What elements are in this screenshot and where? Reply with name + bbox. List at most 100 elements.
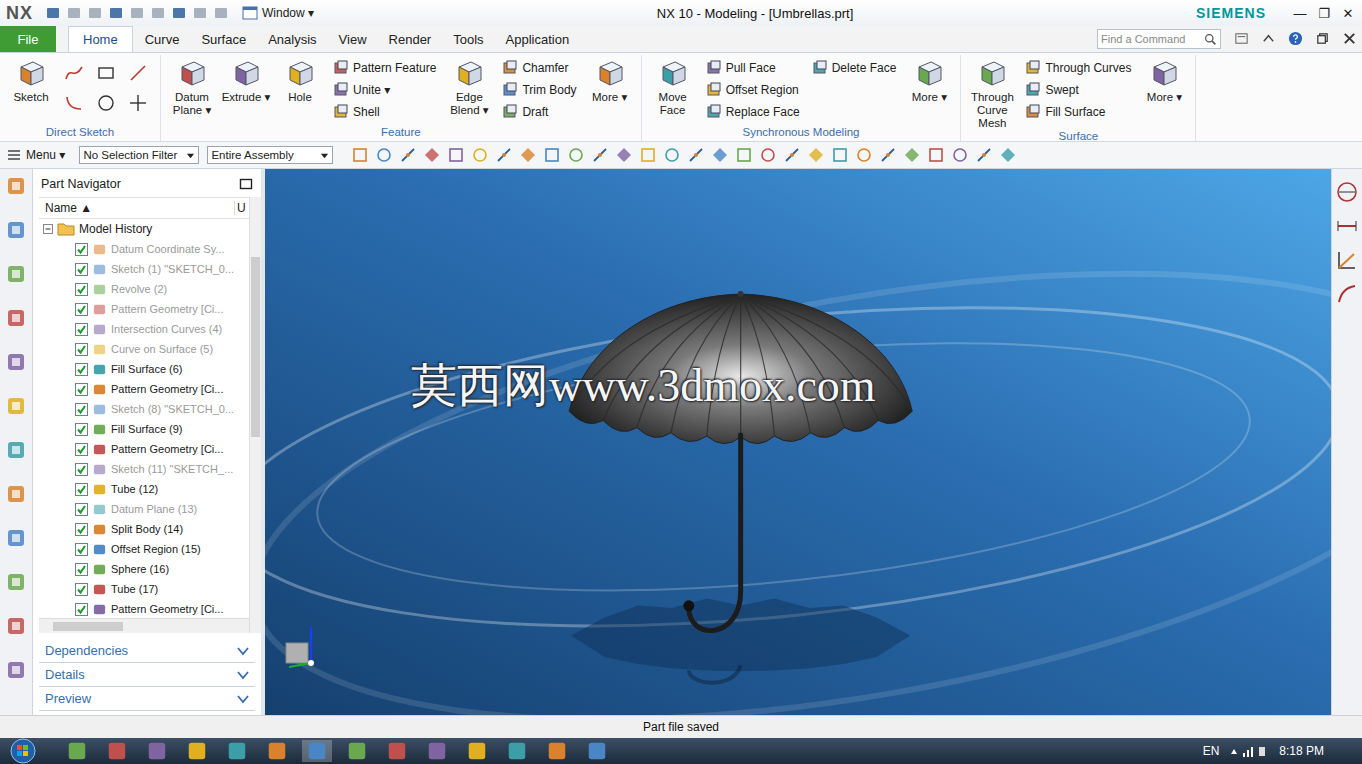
- tree-item[interactable]: Pattern Geometry [Ci...: [39, 299, 249, 319]
- taskbar-app-icon[interactable]: [142, 740, 172, 762]
- ribbon-small-button[interactable]: Pattern Feature: [333, 58, 436, 77]
- tree-item[interactable]: Pattern Geometry [Ci...: [39, 599, 249, 618]
- checkbox[interactable]: [75, 403, 88, 416]
- resource-bar-icon[interactable]: [5, 263, 27, 285]
- taskbar-app-icon[interactable]: [262, 740, 292, 762]
- tree-item[interactable]: Sketch (11) "SKETCH_...: [39, 459, 249, 479]
- resource-bar-icon[interactable]: [5, 175, 27, 197]
- toolbar-icon[interactable]: [951, 146, 969, 164]
- tree-item[interactable]: Pattern Geometry [Ci...: [39, 439, 249, 459]
- graphics-window[interactable]: 莫西网www.3dmox.com: [265, 169, 1331, 715]
- tree-item[interactable]: Split Body (14): [39, 519, 249, 539]
- checkbox[interactable]: [75, 523, 88, 536]
- toolbar-icon[interactable]: [423, 146, 441, 164]
- menu-button[interactable]: Menu ▾: [6, 147, 65, 163]
- sketch-curve-icon[interactable]: [128, 93, 148, 113]
- sketch-curve-icon[interactable]: [64, 63, 84, 83]
- window-control-button[interactable]: —: [1290, 6, 1310, 21]
- collapse-ribbon-icon[interactable]: [1261, 31, 1276, 46]
- tree-item[interactable]: Tube (12): [39, 479, 249, 499]
- resource-bar-icon[interactable]: [5, 571, 27, 593]
- taskbar-app-icon[interactable]: [382, 740, 412, 762]
- name-column[interactable]: Name ▲: [39, 201, 234, 215]
- ribbon-small-button[interactable]: Shell: [333, 102, 436, 121]
- checkbox[interactable]: [75, 563, 88, 576]
- tree-item[interactable]: Offset Region (15): [39, 539, 249, 559]
- toolbar-icon[interactable]: [903, 146, 921, 164]
- taskbar-app-icon[interactable]: [542, 740, 572, 762]
- ribbon-small-button[interactable]: Fill Surface: [1025, 102, 1131, 121]
- quick-access-icon[interactable]: [129, 5, 145, 21]
- measure-tool-icon[interactable]: [1336, 249, 1358, 271]
- ribbon-large-button[interactable]: More ▾: [904, 55, 954, 104]
- ribbon-tab[interactable]: View: [329, 26, 377, 52]
- ribbon-small-button[interactable]: Replace Face: [706, 102, 800, 121]
- sketch-curve-icon[interactable]: [128, 63, 148, 83]
- toolbar-icon[interactable]: [375, 146, 393, 164]
- toolbar-icon[interactable]: [471, 146, 489, 164]
- checkbox[interactable]: [75, 503, 88, 516]
- toolbar-icon[interactable]: [879, 146, 897, 164]
- ribbon-small-button[interactable]: Pull Face: [706, 58, 800, 77]
- checkbox[interactable]: [75, 363, 88, 376]
- ribbon-tab[interactable]: Tools: [443, 26, 493, 52]
- tree-item[interactable]: Sketch (1) "SKETCH_0...: [39, 259, 249, 279]
- toolbar-icon[interactable]: [759, 146, 777, 164]
- tree-item[interactable]: Fill Surface (6): [39, 359, 249, 379]
- checkbox[interactable]: [75, 343, 88, 356]
- checkbox[interactable]: [75, 243, 88, 256]
- toolbar-icon[interactable]: [807, 146, 825, 164]
- taskbar-app-icon[interactable]: [102, 740, 132, 762]
- measure-tool-icon[interactable]: [1336, 283, 1358, 305]
- ribbon-tab[interactable]: Application: [496, 26, 580, 52]
- toolbar-icon[interactable]: [351, 146, 369, 164]
- quick-access-icon[interactable]: [87, 5, 103, 21]
- ribbon-small-button[interactable]: Draft: [502, 102, 576, 121]
- resource-bar-icon[interactable]: [5, 527, 27, 549]
- checkbox[interactable]: [75, 263, 88, 276]
- navigator-section[interactable]: Preview: [39, 687, 255, 711]
- window-control-button[interactable]: ✕: [1338, 6, 1358, 21]
- resource-bar-icon[interactable]: [5, 351, 27, 373]
- tree-item[interactable]: Revolve (2): [39, 279, 249, 299]
- taskbar-app-icon[interactable]: [222, 740, 252, 762]
- ribbon-small-button[interactable]: Swept: [1025, 80, 1131, 99]
- checkbox[interactable]: [75, 463, 88, 476]
- resource-bar-icon[interactable]: [5, 307, 27, 329]
- tree-item[interactable]: Sphere (16): [39, 559, 249, 579]
- ribbon-large-button[interactable]: Extrude ▾: [221, 55, 271, 104]
- toolbar-icon[interactable]: [687, 146, 705, 164]
- window-control-button[interactable]: ❐: [1314, 6, 1334, 21]
- ribbon-small-button[interactable]: Unite ▾: [333, 80, 436, 99]
- taskbar-app-icon[interactable]: [62, 740, 92, 762]
- toolbar-icon[interactable]: [975, 146, 993, 164]
- checkbox[interactable]: [75, 383, 88, 396]
- collapse-icon[interactable]: [43, 224, 53, 234]
- sketch-curve-icon[interactable]: [64, 93, 84, 113]
- maximize-icon[interactable]: [239, 177, 253, 191]
- scope-dropdown[interactable]: Entire Assembly: [207, 146, 333, 164]
- ribbon-large-button[interactable]: More ▾: [1139, 55, 1189, 104]
- checkbox[interactable]: [75, 543, 88, 556]
- checkbox[interactable]: [75, 283, 88, 296]
- command-search[interactable]: Find a Command: [1097, 29, 1221, 49]
- tree-root[interactable]: Model History: [39, 219, 249, 239]
- vertical-scrollbar[interactable]: [249, 197, 261, 633]
- toolbar-icon[interactable]: [447, 146, 465, 164]
- ribbon-small-button[interactable]: Chamfer: [502, 58, 576, 77]
- toolbar-icon[interactable]: [927, 146, 945, 164]
- ribbon-tab[interactable]: File: [0, 26, 56, 52]
- ribbon-tab[interactable]: Home: [68, 26, 133, 52]
- toolbar-icon[interactable]: [855, 146, 873, 164]
- navigator-section[interactable]: Details: [39, 663, 255, 687]
- quick-access-icon[interactable]: [108, 5, 124, 21]
- taskbar-app-icon[interactable]: [502, 740, 532, 762]
- toolbar-icon[interactable]: [999, 146, 1017, 164]
- ribbon-small-button[interactable]: Through Curves: [1025, 58, 1131, 77]
- toolbar-icon[interactable]: [495, 146, 513, 164]
- checkbox[interactable]: [75, 603, 88, 616]
- ribbon-large-button[interactable]: Edge Blend ▾: [444, 55, 494, 117]
- toolbar-icon[interactable]: [783, 146, 801, 164]
- ribbon-large-button[interactable]: Sketch: [6, 55, 56, 104]
- tree-item[interactable]: Pattern Geometry [Ci...: [39, 379, 249, 399]
